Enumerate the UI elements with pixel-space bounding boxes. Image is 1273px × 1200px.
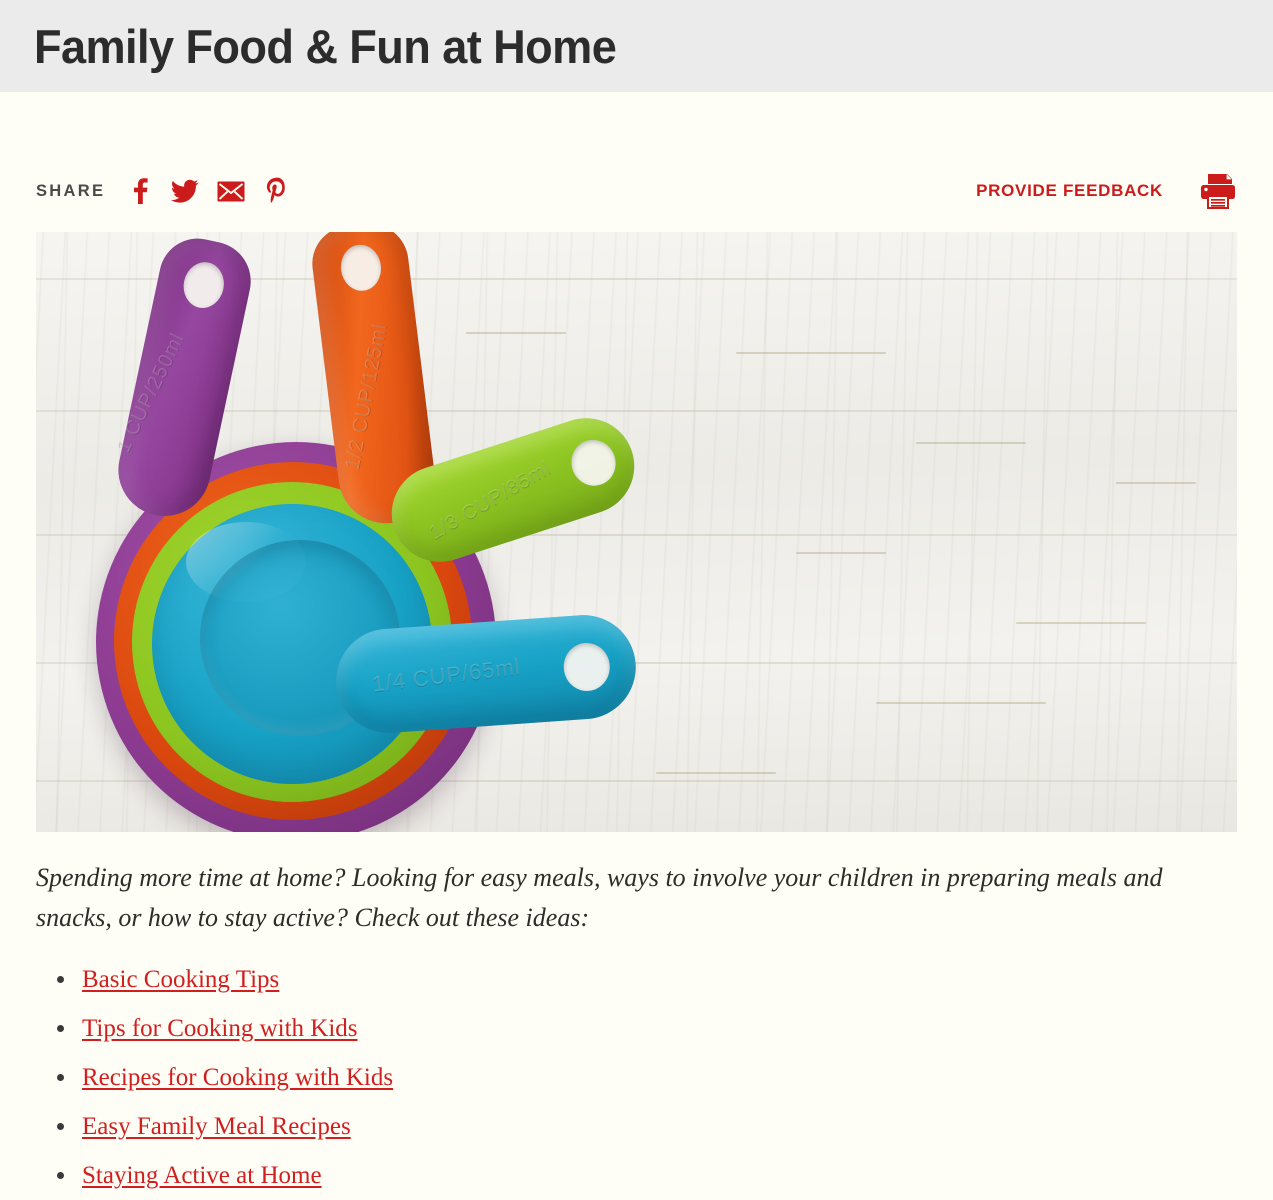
cup-label-blue: 1/4 CUP/65ml <box>370 653 522 697</box>
printer-icon[interactable] <box>1199 173 1237 209</box>
link-easy-family-meal-recipes[interactable]: Easy Family Meal Recipes <box>82 1113 351 1140</box>
list-item: Tips for Cooking with Kids <box>36 1014 1237 1044</box>
feedback-group: PROVIDE FEEDBACK <box>976 173 1237 209</box>
handle-hole-purple <box>179 258 229 312</box>
pinterest-icon[interactable] <box>263 176 291 206</box>
cup-label-orange: 1/2 CUP/125ml <box>341 321 392 472</box>
list-item: Easy Family Meal Recipes <box>36 1112 1237 1142</box>
page-content: SHARE PROVIDE FEEDBACK 1 CUP/250ml 1/2 C… <box>0 160 1273 1192</box>
link-staying-active-at-home[interactable]: Staying Active at Home <box>82 1162 322 1189</box>
provide-feedback-link[interactable]: PROVIDE FEEDBACK <box>976 181 1163 201</box>
hero-image: 1 CUP/250ml 1/2 CUP/125ml 1/3 CUP/85ml 1… <box>36 232 1237 832</box>
list-item: Staying Active at Home <box>36 1161 1237 1191</box>
social-icon-list <box>125 176 291 206</box>
page-title: Family Food & Fun at Home <box>34 19 617 73</box>
utility-bar: SHARE PROVIDE FEEDBACK <box>36 160 1237 222</box>
list-item: Recipes for Cooking with Kids <box>36 1063 1237 1093</box>
twitter-icon[interactable] <box>171 176 199 206</box>
resource-link-list: Basic Cooking Tips Tips for Cooking with… <box>36 965 1237 1191</box>
handle-hole-blue <box>562 641 612 693</box>
share-group: SHARE <box>36 176 291 206</box>
email-icon[interactable] <box>217 176 245 206</box>
link-recipes-for-cooking-with-kids[interactable]: Recipes for Cooking with Kids <box>82 1064 393 1091</box>
link-basic-cooking-tips[interactable]: Basic Cooking Tips <box>82 966 279 993</box>
handle-hole-orange <box>338 242 384 294</box>
list-item: Basic Cooking Tips <box>36 965 1237 995</box>
share-label: SHARE <box>36 181 106 200</box>
cup-handle-blue: 1/4 CUP/65ml <box>332 611 640 737</box>
handle-hole-green <box>565 434 622 492</box>
facebook-icon[interactable] <box>125 176 153 206</box>
link-tips-for-cooking-with-kids[interactable]: Tips for Cooking with Kids <box>82 1015 358 1042</box>
intro-paragraph: Spending more time at home? Looking for … <box>36 863 1163 932</box>
page-header: Family Food & Fun at Home <box>0 0 1273 92</box>
cup-label-green: 1/3 CUP/85ml <box>425 456 555 545</box>
